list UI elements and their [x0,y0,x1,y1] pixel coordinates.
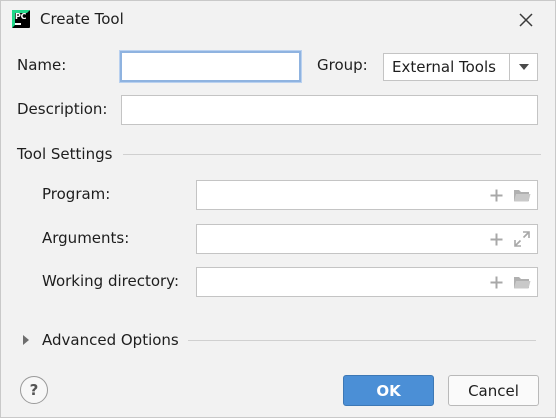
advanced-options-toggle[interactable]: Advanced Options [42,331,179,349]
group-select[interactable]: External Tools [383,53,538,81]
plus-icon [490,189,502,201]
group-label: Group: [317,56,368,74]
pycharm-logo-icon: PC [12,10,30,28]
chevron-down-icon [518,64,529,70]
working-directory-insert-macro-button[interactable] [487,273,505,291]
expand-icon [514,231,530,247]
arguments-label: Arguments: [42,229,130,247]
title-bar: PC Create Tool [1,1,556,39]
section-divider [123,154,541,155]
ok-button[interactable]: OK [343,375,434,406]
triangle-right-icon[interactable] [23,335,29,345]
working-directory-field-actions [487,273,531,291]
close-icon [519,13,533,27]
program-insert-macro-button[interactable] [487,186,505,204]
program-input[interactable] [196,180,538,210]
plus-icon [490,233,502,245]
question-mark-icon: ? [29,381,39,399]
working-directory-browse-button[interactable] [513,273,531,291]
description-input[interactable] [121,95,538,125]
close-button[interactable] [513,8,539,32]
help-button[interactable]: ? [20,376,48,404]
program-label: Program: [42,185,111,203]
arguments-field-actions [487,230,531,248]
cancel-button[interactable]: Cancel [448,375,539,406]
working-directory-input[interactable] [196,267,538,297]
name-input[interactable] [120,51,301,82]
group-dropdown-button[interactable] [509,54,537,80]
description-label: Description: [17,100,108,118]
tool-settings-header: Tool Settings [17,145,113,163]
plus-icon [490,276,502,288]
program-field-actions [487,186,531,204]
arguments-input[interactable] [196,224,538,254]
folder-icon [514,276,531,288]
group-select-value: External Tools [392,58,496,76]
working-directory-label: Working directory: [42,272,180,290]
app-logo-letters: PC [15,12,27,21]
folder-icon [514,189,531,201]
name-label: Name: [17,56,67,74]
arguments-expand-button[interactable] [513,230,531,248]
dialog-title: Create Tool [40,10,124,28]
arguments-insert-macro-button[interactable] [487,230,505,248]
program-browse-button[interactable] [513,186,531,204]
advanced-divider [188,340,536,341]
create-tool-dialog: PC Create Tool Name: Group: External Too… [0,0,556,418]
